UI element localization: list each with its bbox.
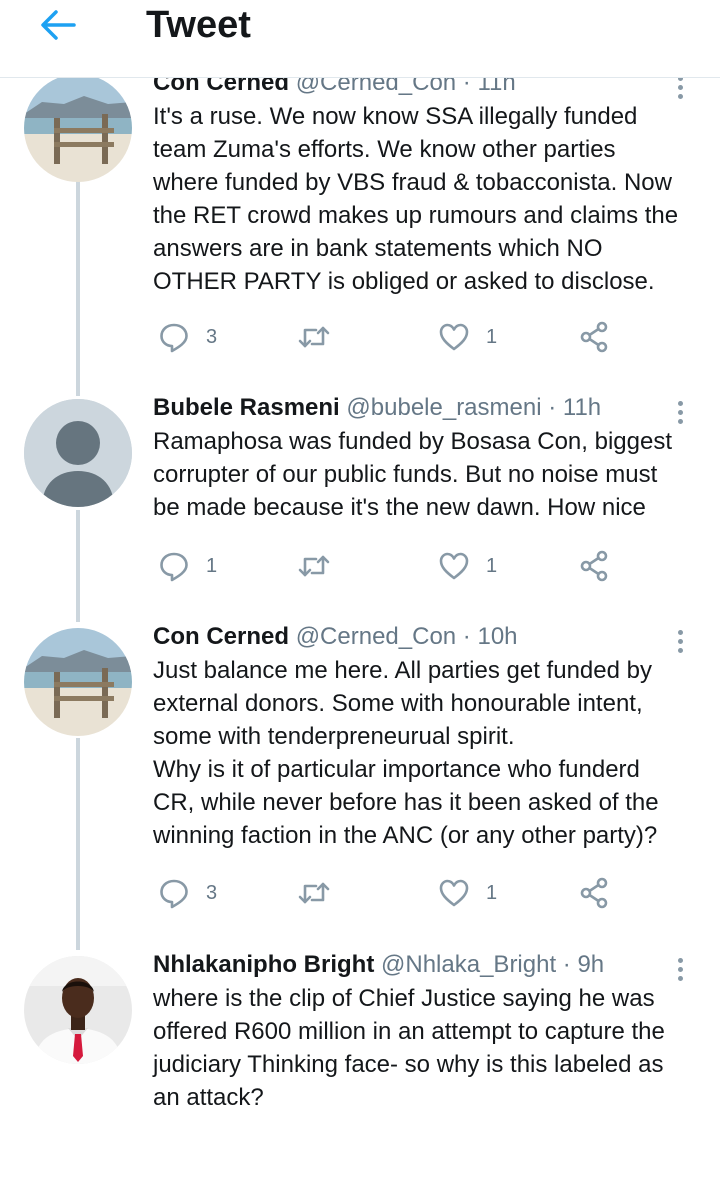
avatar[interactable] [24,78,132,182]
reply-button[interactable]: 3 [158,315,217,359]
handle-time: @Nhlaka_Bright · 9h [381,951,605,978]
avatar[interactable] [24,956,132,1064]
reply-count: 1 [206,554,218,577]
handle-time: @Cerned_Con · 10h [295,623,518,650]
like-icon [439,552,469,580]
reply-button[interactable]: 3 [158,871,217,915]
avatar[interactable] [24,628,132,736]
back-button[interactable] [36,6,80,44]
like-button[interactable]: 1 [438,315,497,359]
like-count: 1 [486,554,498,577]
more-vertical-icon [677,401,683,406]
reply-count: 3 [206,881,218,904]
thread-connector [76,738,80,950]
thread-connector [76,178,80,396]
like-count: 1 [486,881,498,904]
share-icon [580,321,608,353]
retweet-icon [298,326,330,348]
retweet-icon [298,882,330,904]
tweet-text: It's a ruse. We now know SSA illegally f… [153,103,679,295]
person-photo-avatar [24,956,132,1064]
display-name[interactable]: Nhlakanipho Bright [153,951,374,978]
more-vertical-icon [677,78,683,81]
share-button[interactable] [578,871,610,915]
share-icon [580,550,608,582]
like-button[interactable]: 1 [438,871,497,915]
retweet-icon [298,555,330,577]
tweet-actions: 1 1 [0,544,720,588]
retweet-button[interactable] [298,315,346,359]
share-button[interactable] [578,315,610,359]
reply-thread: Con Cerned @Cerned_Con · 11h It's a ruse… [0,78,720,1201]
display-name[interactable]: Bubele Rasmeni [153,394,340,421]
back-arrow-icon [41,10,76,40]
handle-time: @bubele_rasmeni · 11h [346,394,602,421]
tweet-text: where is the clip of Chief Justice sayin… [153,985,665,1111]
reply-icon [160,552,188,582]
retweet-button[interactable] [298,871,346,915]
beach-photo-avatar [24,628,132,736]
more-vertical-icon [677,630,683,635]
avatar[interactable] [24,399,132,507]
handle-time: @Cerned_Con · 11h [295,78,516,96]
like-button[interactable]: 1 [438,544,497,588]
retweet-button[interactable] [298,544,346,588]
share-button[interactable] [578,544,610,588]
like-icon [439,879,469,907]
display-name[interactable]: Con Cerned [153,623,289,650]
display-name[interactable]: Con Cerned [153,78,289,96]
top-bar: Tweet [0,0,720,78]
reply-icon [160,879,188,909]
share-icon [580,877,608,909]
like-icon [439,323,469,351]
reply-icon [160,323,188,353]
reply-button[interactable]: 1 [158,544,217,588]
page-title: Tweet [146,4,251,46]
beach-photo-avatar [24,78,132,182]
tweet-actions: 3 1 [0,315,720,359]
more-vertical-icon [677,958,683,963]
like-count: 1 [486,325,498,348]
tweet-text: Just balance me here. All parties get fu… [153,657,659,849]
default-profile-avatar [24,399,132,507]
tweet-text: Ramaphosa was funded by Bosasa Con, bigg… [153,428,672,521]
reply-count: 3 [206,325,218,348]
tweet-actions: 3 1 [0,871,720,915]
